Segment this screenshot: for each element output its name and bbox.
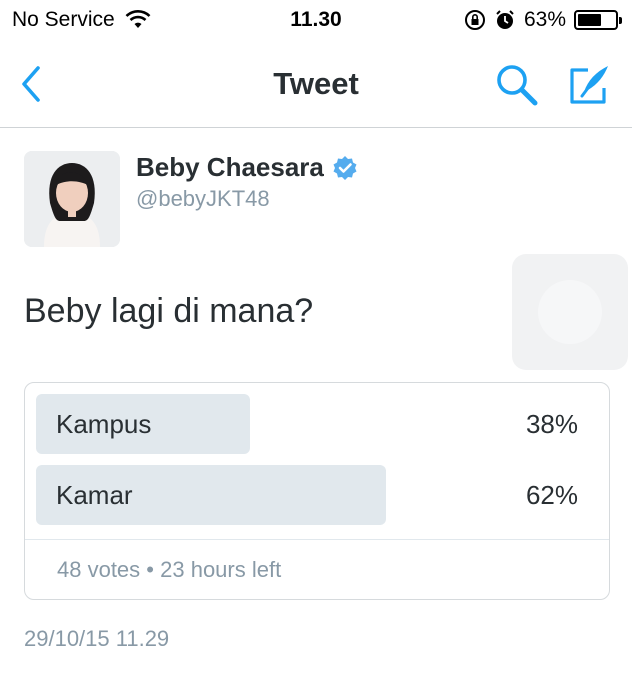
poll-option-percent: 38% xyxy=(525,409,578,439)
alarm-icon xyxy=(496,10,514,29)
author-handle[interactable]: @bebyJKT48 xyxy=(136,186,270,212)
avatar[interactable] xyxy=(24,151,120,247)
rotation-lock-icon xyxy=(464,10,485,30)
poll-option-percent: 62% xyxy=(525,480,578,510)
media-thumbnail[interactable] xyxy=(512,254,628,370)
tweet-timestamp[interactable]: 29/10/15 11.29 xyxy=(24,626,169,652)
poll-card: Kampus 38% Kamar 62% 48 votes • 23 hours… xyxy=(24,382,610,600)
media-placeholder-icon xyxy=(538,280,602,344)
search-button[interactable] xyxy=(494,62,540,108)
poll-separator: • xyxy=(146,557,154,582)
compose-button[interactable] xyxy=(566,62,612,108)
author-name-text: Beby Chaesara xyxy=(136,152,324,182)
battery-percent: 63% xyxy=(523,8,566,31)
battery-icon xyxy=(574,10,622,30)
poll-divider xyxy=(25,539,609,540)
search-icon xyxy=(497,65,538,106)
status-bar: No Service 11.30 63% xyxy=(0,0,632,42)
poll-option-kamar[interactable]: Kamar 62% xyxy=(36,465,600,525)
battery-level xyxy=(578,14,601,26)
poll-votes: 48 votes xyxy=(57,557,141,582)
status-right: 63% xyxy=(464,8,622,32)
poll-option-label: Kampus xyxy=(56,409,152,439)
poll-time-left: 23 hours left xyxy=(160,557,282,582)
compose-icon xyxy=(570,66,608,104)
profile-photo-icon xyxy=(24,151,120,247)
poll-meta: 48 votes • 23 hours left xyxy=(57,557,281,583)
poll-option-label: Kamar xyxy=(56,480,133,510)
tweet-text: Beby lagi di mana? xyxy=(24,292,314,330)
author-name[interactable]: Beby Chaesara xyxy=(136,152,358,183)
poll-option-kampus[interactable]: Kampus 38% xyxy=(36,394,600,454)
navigation-bar: Tweet xyxy=(0,42,632,128)
verified-badge-icon xyxy=(333,155,357,180)
